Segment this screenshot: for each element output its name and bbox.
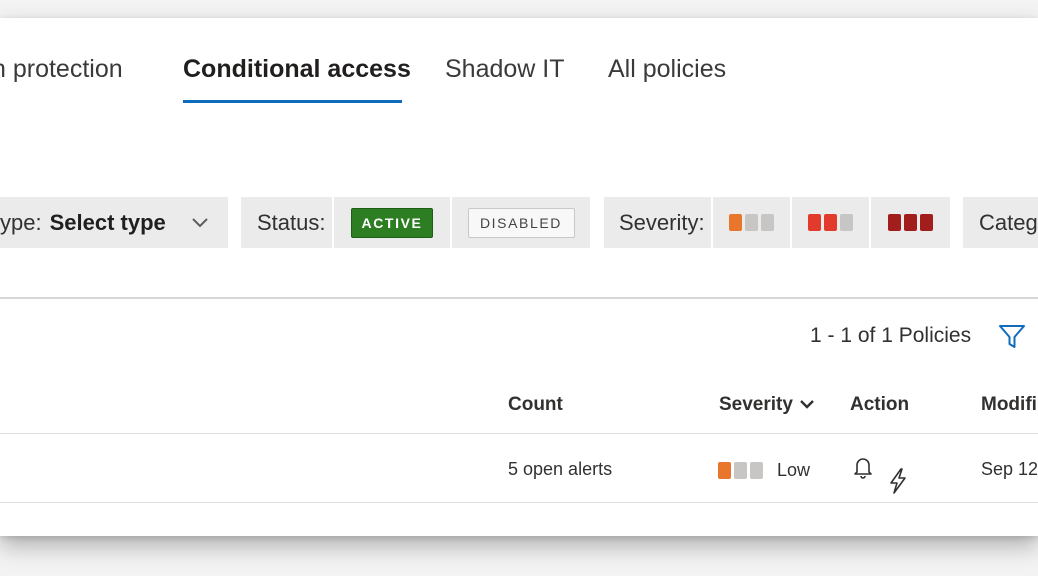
lightning-icon [885, 467, 909, 500]
column-header-modified[interactable]: Modifi [981, 394, 1037, 416]
status-filter-label: Status: [257, 209, 326, 235]
row-severity: Low [718, 460, 810, 481]
severity-low-option[interactable] [713, 197, 790, 248]
sort-chevron-icon [800, 400, 814, 410]
column-header-severity-label: Severity [719, 394, 793, 415]
bell-icon [851, 453, 875, 486]
row-count[interactable]: 5 open alerts [508, 459, 612, 480]
status-filter: Status: [241, 197, 332, 248]
tab-conditional-access[interactable]: Conditional access [183, 54, 411, 84]
results-count: 1 - 1 of 1 Policies [810, 324, 972, 347]
header-divider [0, 433, 1038, 434]
filter-divider [0, 297, 1038, 299]
type-filter-dropdown[interactable]: ype: Select type [0, 197, 228, 248]
severity-high-option[interactable] [871, 197, 950, 248]
column-header-count[interactable]: Count [508, 394, 563, 416]
severity-high-icon [888, 214, 933, 231]
chevron-down-icon [192, 217, 208, 228]
type-filter-value: Select type [49, 209, 166, 235]
type-filter-label: ype: [0, 209, 42, 235]
tab-shadow-it[interactable]: Shadow IT [445, 54, 565, 84]
row-divider [0, 502, 1038, 503]
status-active-option[interactable]: ACTIVE [334, 197, 450, 248]
column-header-action[interactable]: Action [850, 394, 909, 416]
severity-medium-option[interactable] [792, 197, 869, 248]
category-filter-label: Categ [979, 209, 1038, 235]
severity-low-icon [718, 462, 763, 479]
active-tab-indicator [183, 100, 402, 103]
severity-filter: Severity: [604, 197, 711, 248]
severity-medium-icon [808, 214, 853, 231]
row-modified: Sep 12 [981, 459, 1038, 479]
status-active-badge: ACTIVE [351, 207, 433, 238]
severity-low-icon [729, 214, 774, 231]
filter-icon[interactable] [998, 324, 1026, 355]
severity-filter-label: Severity: [619, 209, 705, 235]
status-disabled-badge: DISABLED [467, 207, 575, 238]
tab-all-policies[interactable]: All policies [608, 54, 726, 84]
policies-panel: n protection Conditional access Shadow I… [0, 18, 1038, 536]
column-header-severity[interactable]: Severity [719, 394, 814, 416]
tab-app-protection[interactable]: n protection [0, 54, 123, 84]
row-severity-label: Low [777, 460, 811, 480]
category-filter-dropdown[interactable]: Categ [963, 197, 1038, 248]
status-disabled-option[interactable]: DISABLED [452, 197, 590, 248]
